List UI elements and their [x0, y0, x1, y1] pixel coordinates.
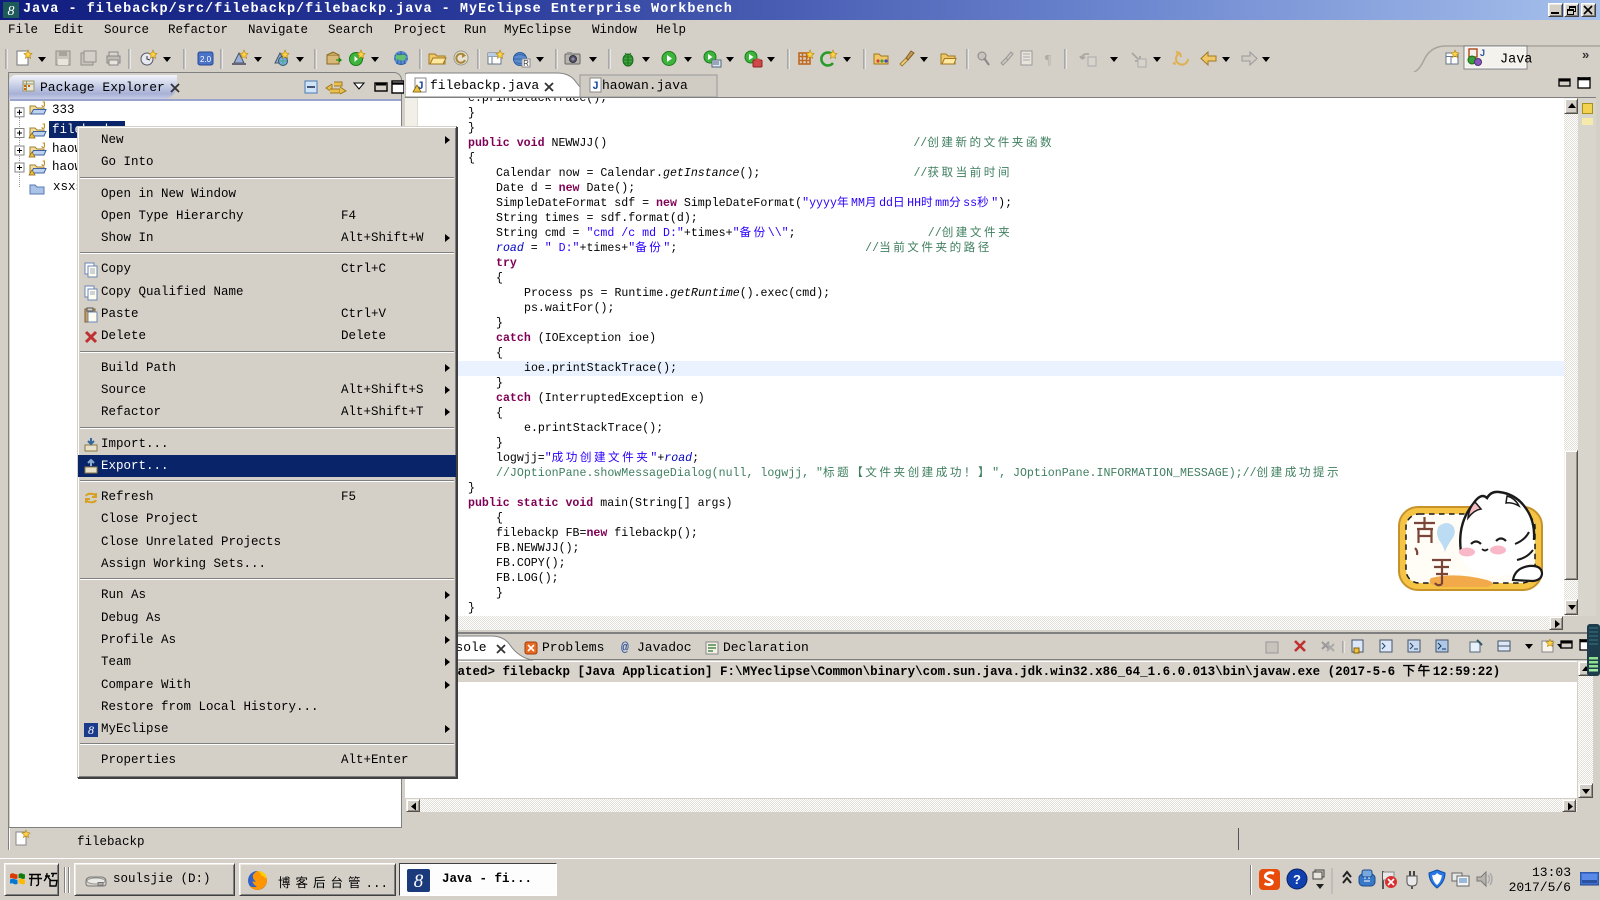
svg-text:¶: ¶ — [1045, 53, 1052, 68]
svg-text:8: 8 — [414, 871, 424, 892]
svg-text:»: » — [1582, 47, 1589, 62]
svg-text:Java: Java — [1500, 53, 1532, 68]
svg-text:?: ? — [1293, 872, 1301, 887]
svg-text:R: R — [523, 59, 529, 68]
svg-text:J: J — [1480, 48, 1485, 58]
svg-text:2.0: 2.0 — [200, 55, 212, 64]
svg-text:8: 8 — [88, 723, 94, 737]
svg-text:J: J — [41, 123, 46, 132]
svg-text:8: 8 — [8, 4, 15, 18]
svg-text:J: J — [592, 81, 599, 93]
svg-text:J: J — [41, 101, 46, 110]
